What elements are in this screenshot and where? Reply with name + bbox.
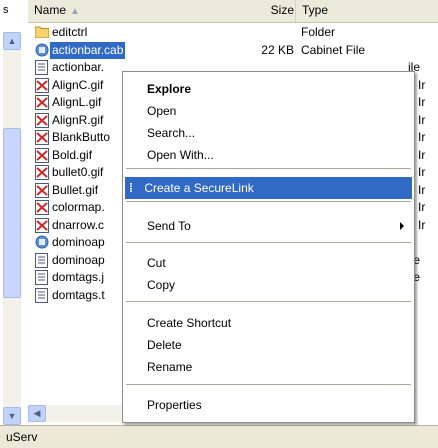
file-row[interactable]: actionbar.cab 22 KB Cabinet File <box>28 41 438 59</box>
gif-image-icon <box>35 200 49 215</box>
scroll-up-button[interactable]: ▲ <box>3 32 21 50</box>
column-header-bar: Name ▲ Size Type <box>28 0 438 23</box>
menu-item-open[interactable]: Open <box>125 100 412 122</box>
menu-separator <box>126 168 411 169</box>
file-name: domtags.j <box>52 270 105 284</box>
status-bar: uServ <box>0 425 438 448</box>
gif-image-icon <box>35 147 49 163</box>
file-name: colormap. <box>52 200 105 214</box>
column-header-type[interactable]: Type <box>296 0 438 22</box>
menu-item-search[interactable]: Search... <box>125 122 412 144</box>
gif-image-icon <box>35 217 49 233</box>
file-name: actionbar. <box>52 60 105 74</box>
menu-separator <box>126 384 411 385</box>
gif-image-icon <box>35 77 49 93</box>
gif-image-icon <box>35 95 49 110</box>
column-name-label: Name <box>34 3 67 17</box>
column-header-size[interactable]: Size <box>256 3 294 17</box>
status-text: uServ <box>6 430 38 444</box>
scroll-down-button[interactable]: ▼ <box>3 407 21 425</box>
submenu-arrow-icon <box>400 222 404 230</box>
folder-tree-pane: s ▲ ▼ <box>0 0 29 425</box>
sort-ascending-icon: ▲ <box>70 6 80 17</box>
file-name: actionbar.cab <box>50 41 126 59</box>
file-name: dominoap <box>52 235 105 249</box>
cabinet-file-icon <box>35 235 49 250</box>
menu-item-cut[interactable]: Cut <box>125 252 412 274</box>
file-name: Bold.gif <box>52 147 93 162</box>
menu-item-send-to[interactable]: Send To <box>125 215 412 237</box>
menu-item-delete[interactable]: Delete <box>125 334 412 356</box>
folder-icon <box>34 25 50 40</box>
menu-item-open-with[interactable]: Open With... <box>125 144 412 166</box>
gif-image-icon <box>35 112 49 128</box>
gif-image-icon <box>35 182 49 198</box>
menu-item-copy[interactable]: Copy <box>125 274 412 296</box>
scroll-left-button[interactable]: ◀ <box>28 405 46 422</box>
file-row[interactable]: editctrl Folder <box>28 24 438 41</box>
file-name: bullet0.gif <box>52 165 104 179</box>
menu-separator <box>126 242 411 243</box>
file-name: AlignL.gif <box>52 95 102 109</box>
column-type-label: Type <box>302 3 329 17</box>
securelink-icon: ⁞ <box>129 181 133 195</box>
menu-item-send-to-label: Send To <box>147 219 191 233</box>
menu-item-create-securelink[interactable]: ⁞ Create a SecureLink <box>125 177 412 199</box>
gif-image-icon <box>35 130 49 145</box>
file-type: Folder <box>301 25 336 39</box>
menu-separator <box>126 301 411 302</box>
file-name: BlankButto <box>52 130 111 144</box>
cabinet-file-icon <box>35 43 49 58</box>
file-size: 22 KB <box>261 42 294 57</box>
menu-item-create-shortcut[interactable]: Create Shortcut <box>125 312 412 334</box>
file-name: editctrl <box>52 25 88 39</box>
file-name: AlignR.gif <box>52 112 104 127</box>
file-name: Bullet.gif <box>52 182 99 197</box>
text-file-icon <box>35 287 49 303</box>
menu-separator <box>126 201 411 202</box>
text-file-icon <box>35 252 49 268</box>
text-file-icon <box>35 60 49 75</box>
file-type: Cabinet File <box>301 42 366 57</box>
context-menu: Explore Open Search... Open With... ⁞ Cr… <box>122 71 415 423</box>
menu-item-create-securelink-label: Create a SecureLink <box>144 181 254 195</box>
scroll-thumb[interactable] <box>3 128 21 298</box>
file-name: domtags.t <box>52 287 105 302</box>
file-name: dnarrow.c <box>52 217 105 232</box>
file-name: AlignC.gif <box>52 77 104 92</box>
tree-vertical-scrollbar[interactable]: ▲ ▼ <box>3 32 21 425</box>
menu-item-rename[interactable]: Rename <box>125 356 412 378</box>
file-name: dominoap <box>52 252 105 267</box>
text-file-icon <box>35 270 49 285</box>
tree-pane-label: s <box>3 4 9 16</box>
gif-image-icon <box>35 165 49 180</box>
menu-item-properties[interactable]: Properties <box>125 394 412 416</box>
menu-item-explore[interactable]: Explore <box>125 78 412 100</box>
